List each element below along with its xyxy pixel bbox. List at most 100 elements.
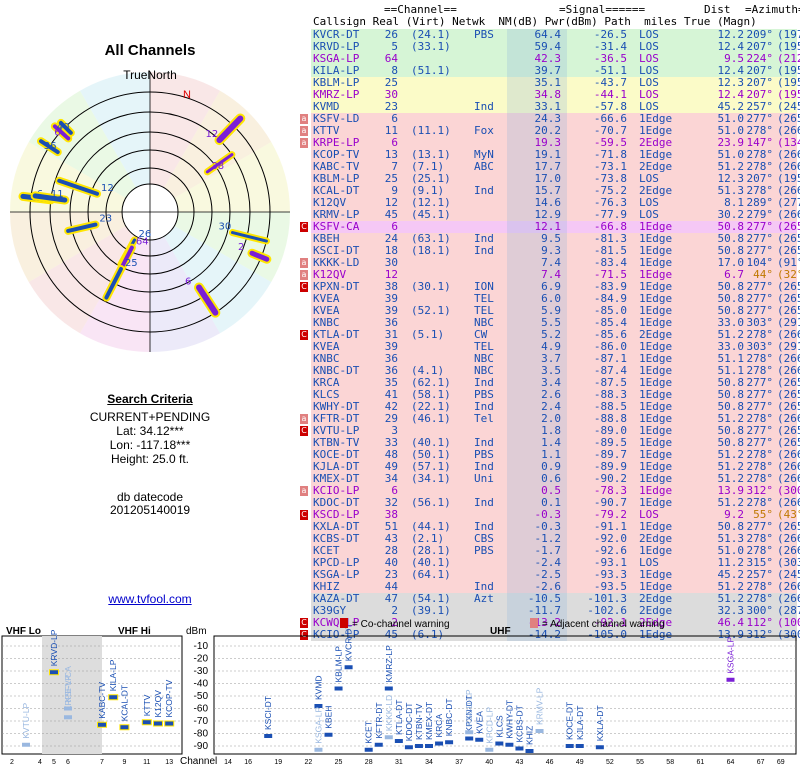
station-label: KTLA-DT [394,700,404,735]
cell-net: Ind [474,184,494,197]
beam-label: 30 [218,222,231,233]
cell-net: Azt [474,592,494,605]
beam-label: 12 [101,183,114,194]
station-bar [264,734,273,738]
cell-net: PBS [474,28,494,41]
station-label: KRVD-LP [49,629,59,666]
station-label: KNBC-DT [444,698,454,736]
station-label: KBLM-LP [334,646,344,683]
adjacent-channel-legend: = Adjacent channel warning [542,619,665,630]
search-criteria-title: Search Criteria [107,392,193,406]
station-bar [344,665,353,670]
station-label: KWHY-DT [504,700,514,739]
cell-net: ABC [474,160,494,173]
station-bar [414,744,423,748]
station-label: KCBS-DT [514,705,524,742]
station-label: KILA-LP [108,659,118,691]
x-tick-label: 6 [66,759,70,766]
db-datecode-value: 201205140019 [109,503,191,517]
x-tick-label: 9 [122,759,126,766]
station-label: KMEX-DT [424,702,434,740]
cell-net: Ind [474,496,494,509]
x-tick-label: 64 [727,759,735,766]
beam-label: 23 [99,214,112,225]
y-tick-label: -40 [194,679,209,690]
station-bar [485,747,494,752]
station-label: KPCD-LP [484,707,494,744]
station-label: KCET [364,721,374,744]
station-bar [535,729,544,733]
station-label: KSCI-DT [263,696,273,730]
station-label: KSGA-LP [313,707,323,744]
criteria-height: Height: 25.0 ft. [110,452,190,466]
cell-net: Fox [474,124,494,137]
station-bar [314,747,323,752]
cell-virt: (11.1) [411,124,451,137]
cell-virt: (5.1) [411,328,445,341]
x-tick-label: 55 [636,759,644,766]
cell-net: Uni [474,472,494,485]
cell-virt: (46.1) [411,412,451,425]
station-bar [425,744,433,748]
cell-virt: (30.1) [411,280,451,293]
station-label: KSCD-LP [464,689,474,726]
station-label: KRCA [434,714,444,738]
y-tick-label: -10 [194,641,209,652]
station-bar [165,721,174,726]
station-label: KABC-TV [97,682,107,719]
station-label: KJLA-DT [575,706,585,740]
station-bar [384,735,393,740]
station-bar [64,715,72,720]
co-channel-warning-icon: C [300,330,308,340]
cell-virt: (52.1) [411,304,451,317]
x-tick-label: 40 [485,759,493,766]
station-bar [525,749,534,753]
dbm-label: dBm [186,626,207,637]
station-label: KSGA-LP [726,637,736,674]
adjacent-channel-warning-icon: a [300,258,308,268]
cell-virt: (34.1) [411,472,451,485]
station-label: KMRZ-LP [384,645,394,683]
beam-label: 38 [211,161,224,172]
cell-virt: (18.1) [411,244,451,257]
station-label: KTBN-TV [414,703,424,740]
station-bar [565,744,574,748]
station-label: KVMD [313,675,323,700]
criteria-lat: Lat: 34.12*** [116,424,184,438]
station-bar [595,745,604,750]
station-label: KCAL-DT [119,685,129,721]
adjacent-channel-warning-icon: a [300,114,308,124]
station-bar [384,686,393,691]
x-tick-label: 34 [425,759,433,766]
station-label: KXLA-DT [595,705,605,741]
adjacent-channel-warning-icon [530,618,538,628]
x-tick-label: 58 [666,759,674,766]
x-tick-label: 13 [165,759,173,766]
adjacent-channel-warning-icon: a [300,126,308,136]
y-tick-label: -30 [194,666,209,677]
station-label: KTTV [142,694,152,716]
station-bar [154,721,162,726]
header-columns: Callsign Real (Virt) Netwk NM(dB) Pwr(dB… [313,15,757,28]
station-bar [475,737,484,742]
tvfool-link[interactable]: www.tvfool.com [0,592,300,606]
station-bar [324,732,333,737]
co-channel-legend: = Co-channel warning [352,619,450,630]
uhf-label: UHF [490,626,511,637]
co-channel-warning-icon [340,618,348,628]
x-tick-label: 69 [777,759,785,766]
cell-net: PBS [474,544,494,557]
station-bar [515,746,524,751]
y-tick-label: -80 [194,729,209,740]
x-tick-label: 49 [576,759,584,766]
station-label: KHIZ [525,726,535,745]
north-marker: N [183,89,191,101]
x-tick-label: 28 [365,759,373,766]
beam-label: 6 [185,276,191,287]
station-label: KRPE-LP [63,675,73,712]
station-bar [575,744,584,748]
station-label: KLCS [494,715,504,738]
x-tick-label: 22 [305,759,313,766]
co-channel-warning-icon: C [300,426,308,436]
co-channel-warning-icon: C [300,282,308,292]
